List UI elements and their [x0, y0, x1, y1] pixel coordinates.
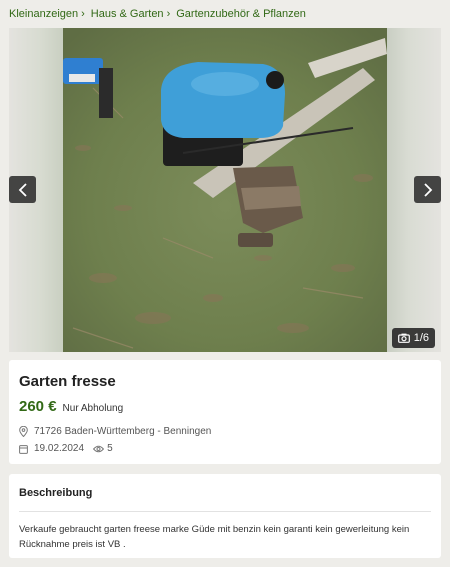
- chevron-left-icon: [18, 182, 27, 197]
- image-gallery[interactable]: 1/6: [9, 28, 441, 352]
- chevron-right-icon: ›: [81, 8, 85, 20]
- listing-location[interactable]: 71726 Baden-Württemberg - Benningen: [34, 426, 211, 437]
- gallery-next-button[interactable]: [414, 176, 441, 203]
- listing-info-card: Garten fresse 260 € Nur Abholung 71726 B…: [9, 360, 441, 464]
- breadcrumb-item-haus-garten[interactable]: Haus & Garten: [91, 8, 164, 20]
- listing-title: Garten fresse: [19, 373, 116, 390]
- chevron-right-icon: [423, 182, 432, 197]
- location-pin-icon: [19, 426, 28, 437]
- chevron-right-icon: ›: [166, 8, 171, 20]
- views-count: 5: [107, 443, 113, 454]
- listing-date: 19.02.2024: [34, 443, 85, 454]
- description-card: Beschreibung Verkaufe gebraucht garten f…: [9, 474, 441, 558]
- breadcrumb: Kleinanzeigen › Haus & Garten › Gartenzu…: [9, 7, 306, 21]
- description-text: Verkaufe gebraucht garten freese marke G…: [19, 524, 410, 550]
- image-counter-text: 1/6: [413, 332, 429, 344]
- divider: [19, 511, 431, 512]
- camera-icon: [397, 333, 410, 343]
- breadcrumb-item-kleinanzeigen[interactable]: Kleinanzeigen: [9, 8, 78, 20]
- listing-photo[interactable]: [63, 28, 387, 352]
- description-heading: Beschreibung: [19, 487, 93, 499]
- listing-price: 260 €: [19, 398, 57, 415]
- pickup-note: Nur Abholung: [62, 403, 124, 414]
- views-counter: 5: [93, 443, 113, 454]
- location-row: 71726 Baden-Württemberg - Benningen: [19, 426, 211, 437]
- price-row: 260 € Nur Abholung: [19, 398, 123, 415]
- image-counter-badge: 1/6: [391, 328, 435, 348]
- eye-icon: [93, 445, 105, 452]
- gallery-prev-button[interactable]: [9, 176, 36, 203]
- calendar-icon: [19, 444, 28, 454]
- date-row: 19.02.2024 5: [19, 443, 113, 454]
- breadcrumb-item-gartenzubehoer[interactable]: Gartenzubehör & Pflanzen: [176, 8, 306, 20]
